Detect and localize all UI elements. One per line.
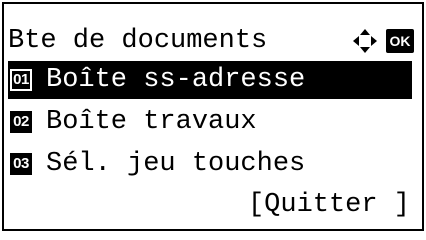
lcd-panel: Bte de documents OK 01 Boîte ss-adresse … — [2, 2, 424, 231]
item-number-badge: 02 — [10, 111, 32, 133]
footer-bar: [Quitter ] — [8, 186, 416, 224]
menu-item-label: Sél. jeu touches — [46, 149, 306, 179]
menu-item-label: Boîte ss-adresse — [46, 65, 306, 95]
four-way-arrow-icon — [353, 29, 377, 53]
menu-item-unaddressed-box[interactable]: 01 Boîte ss-adresse — [8, 61, 412, 99]
item-number-badge: 03 — [10, 153, 32, 175]
item-number-badge: 01 — [10, 69, 32, 91]
quit-button[interactable]: [Quitter ] — [248, 186, 410, 224]
ok-key-icon[interactable]: OK — [386, 29, 414, 53]
menu-item-select-key-set[interactable]: 03 Sél. jeu touches — [8, 145, 412, 183]
page-title: Bte de documents — [8, 26, 268, 56]
menu-item-job-box[interactable]: 02 Boîte travaux — [8, 103, 412, 141]
title-bar: Bte de documents OK — [8, 22, 416, 60]
menu-item-label: Boîte travaux — [46, 107, 257, 137]
